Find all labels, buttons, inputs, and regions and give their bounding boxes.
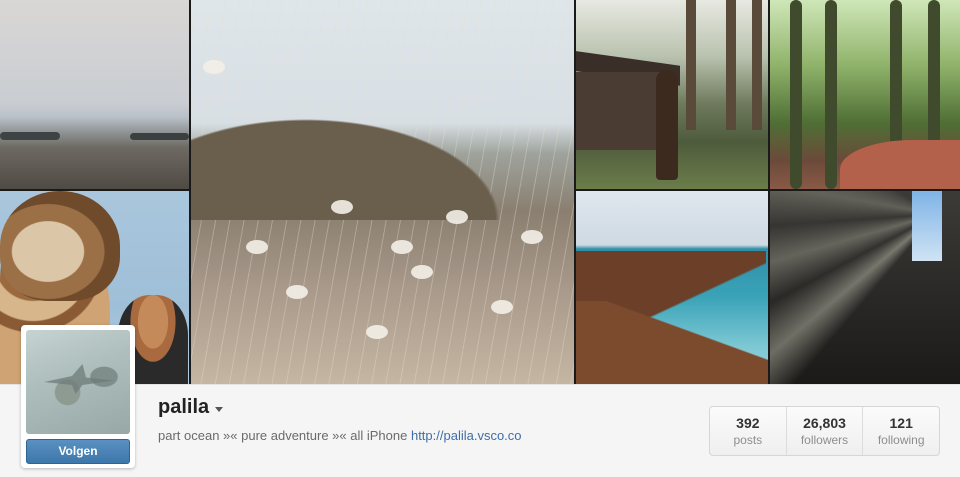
- stat-value: 26,803: [803, 415, 846, 431]
- stat-value: 121: [889, 415, 913, 431]
- island-shape: [130, 133, 189, 140]
- grass-puff: [446, 210, 468, 224]
- grass-puff: [491, 300, 513, 314]
- tree-trunk: [790, 0, 802, 189]
- tree-trunk: [726, 0, 736, 130]
- photo-antelope-cabin[interactable]: [576, 0, 768, 189]
- stats-box: 392 posts 26,803 followers 121 following: [709, 406, 940, 456]
- tree-trunk: [825, 0, 837, 189]
- island-shape: [0, 132, 60, 140]
- grass-puff: [246, 240, 268, 254]
- grass-puff: [391, 240, 413, 254]
- stat-label: posts: [733, 433, 763, 447]
- cliff-shape: [576, 301, 768, 384]
- avatar-card: Volgen: [21, 325, 135, 468]
- follow-button[interactable]: Volgen: [26, 439, 130, 464]
- photo-sea-shore[interactable]: [0, 0, 189, 189]
- grass-puff: [331, 200, 353, 214]
- stat-posts[interactable]: 392 posts: [710, 407, 786, 455]
- photo-sun-rays[interactable]: [770, 191, 960, 384]
- bio-link[interactable]: http://palila.vsco.co: [411, 428, 522, 443]
- tree-trunk: [752, 0, 762, 130]
- stat-followers[interactable]: 26,803 followers: [785, 407, 863, 455]
- stat-label: followers: [800, 433, 849, 447]
- avatar[interactable]: [26, 330, 130, 434]
- photo-coast-cliff[interactable]: [576, 191, 768, 384]
- photo-forest-path[interactable]: [770, 0, 960, 189]
- sky-opening: [912, 191, 942, 261]
- grass-puff: [203, 60, 225, 74]
- hill-shape: [191, 80, 574, 220]
- username-row[interactable]: palila: [158, 396, 224, 419]
- tree-trunk: [686, 0, 696, 130]
- stat-value: 392: [736, 415, 760, 431]
- antelope: [656, 70, 678, 180]
- grass-puff: [366, 325, 388, 339]
- grass-puff: [411, 265, 433, 279]
- bio: part ocean »« pure adventure »« all iPho…: [158, 428, 522, 443]
- forest-path: [840, 140, 960, 189]
- bird-icon: [44, 364, 114, 394]
- photo-grid: [0, 0, 960, 384]
- username[interactable]: palila: [158, 396, 209, 419]
- stat-label: following: [877, 433, 925, 447]
- caret-down-icon[interactable]: [215, 406, 224, 412]
- giraffe-head: [0, 191, 120, 301]
- bio-text: part ocean »« pure adventure »« all iPho…: [158, 428, 411, 443]
- stat-following[interactable]: 121 following: [862, 407, 939, 455]
- grass-puff: [521, 230, 543, 244]
- grass-puff: [286, 285, 308, 299]
- photo-dry-grass[interactable]: [191, 0, 574, 384]
